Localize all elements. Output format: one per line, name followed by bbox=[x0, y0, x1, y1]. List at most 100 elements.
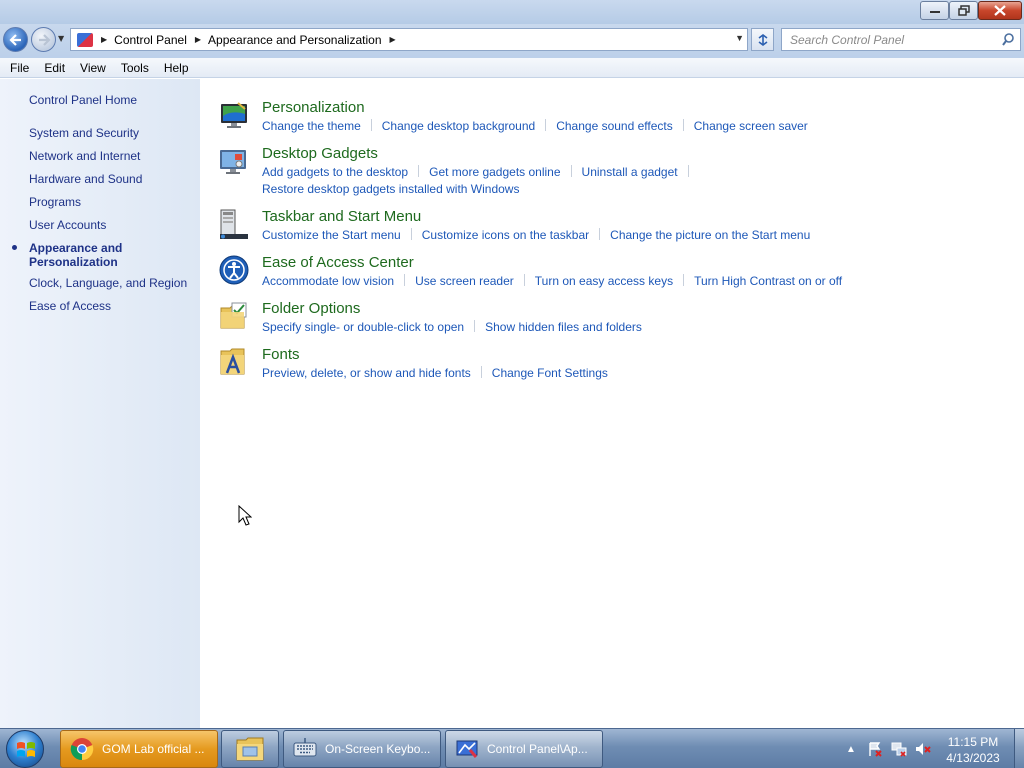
minimize-button[interactable] bbox=[920, 1, 949, 20]
personalization-icon bbox=[221, 102, 247, 128]
navigation-bar: ▼ ▶ Control Panel ▶ Appearance and Perso… bbox=[0, 24, 1024, 58]
sidebar-item-hardware-sound[interactable]: Hardware and Sound bbox=[29, 172, 199, 195]
task-link[interactable]: Customize the Start menu bbox=[262, 228, 401, 242]
category-links: Preview, delete, or show and hide fonts C… bbox=[262, 365, 608, 382]
task-link[interactable]: Uninstall a gadget bbox=[582, 165, 678, 179]
breadcrumb-appearance[interactable]: Appearance and Personalization bbox=[208, 33, 381, 47]
link-separator bbox=[404, 274, 406, 286]
sidebar-item-programs[interactable]: Programs bbox=[29, 195, 199, 218]
task-link[interactable]: Turn High Contrast on or off bbox=[694, 274, 842, 288]
main-content: Personalization Change the theme Change d… bbox=[200, 79, 1024, 728]
task-link[interactable]: Add gadgets to the desktop bbox=[262, 165, 408, 179]
category-title[interactable]: Taskbar and Start Menu bbox=[262, 208, 421, 225]
task-link[interactable]: Change the picture on the Start menu bbox=[610, 228, 810, 242]
task-link[interactable]: Change Font Settings bbox=[492, 366, 608, 380]
show-hidden-icons-arrow-icon[interactable]: ▲ bbox=[843, 741, 859, 757]
network-icon[interactable] bbox=[891, 741, 907, 757]
breadcrumb-control-panel[interactable]: Control Panel bbox=[114, 33, 187, 47]
task-link[interactable]: Change desktop background bbox=[382, 119, 535, 133]
speaker-muted-icon bbox=[916, 743, 931, 755]
task-link[interactable]: Turn on easy access keys bbox=[535, 274, 673, 288]
menu-help[interactable]: Help bbox=[156, 61, 196, 75]
refresh-button[interactable] bbox=[751, 28, 774, 51]
category-title[interactable]: Fonts bbox=[262, 346, 300, 363]
sidebar-item-system-security[interactable]: System and Security bbox=[29, 126, 199, 149]
recent-pages-dropdown[interactable]: ▼ bbox=[58, 34, 64, 43]
category-title[interactable]: Folder Options bbox=[262, 300, 360, 317]
link-separator bbox=[474, 320, 476, 332]
category-title[interactable]: Personalization bbox=[262, 99, 365, 116]
restore-button[interactable] bbox=[949, 1, 978, 20]
menu-file[interactable]: File bbox=[0, 61, 36, 75]
category-title[interactable]: Ease of Access Center bbox=[262, 254, 414, 271]
breadcrumb-separator-icon[interactable]: ▶ bbox=[195, 35, 201, 44]
task-link[interactable]: Change the theme bbox=[262, 119, 361, 133]
task-link[interactable]: Customize icons on the taskbar bbox=[422, 228, 589, 242]
taskbar-button-label: On-Screen Keybo... bbox=[325, 742, 431, 756]
category-links: Accommodate low vision Use screen reader T… bbox=[262, 273, 842, 290]
menu-edit[interactable]: Edit bbox=[36, 61, 72, 75]
taskbar-button-chrome[interactable]: GOM Lab official ... bbox=[60, 730, 218, 768]
task-link[interactable]: Use screen reader bbox=[415, 274, 514, 288]
task-link[interactable]: Get more gadgets online bbox=[429, 165, 560, 179]
sidebar-item-clock-language-region[interactable]: Clock, Language, and Region bbox=[29, 276, 199, 299]
category-links: Add gadgets to the desktop Get more gadge… bbox=[262, 164, 699, 198]
task-link[interactable]: Change screen saver bbox=[694, 119, 808, 133]
forward-button[interactable] bbox=[31, 27, 56, 52]
sidebar-item-network-internet[interactable]: Network and Internet bbox=[29, 149, 199, 172]
action-center-flag-icon[interactable] bbox=[867, 741, 883, 757]
control-panel-icon bbox=[456, 740, 478, 758]
search-input[interactable] bbox=[782, 29, 992, 50]
taskbar-button-control-panel[interactable]: Control Panel\Ap... bbox=[445, 730, 603, 768]
clock[interactable]: 11:15 PM 4/13/2023 bbox=[935, 734, 1011, 766]
system-tray: ▲ bbox=[843, 729, 939, 768]
task-link[interactable]: Restore desktop gadgets installed with W… bbox=[262, 181, 699, 198]
left-navigation-pane: Control Panel Home System and Security N… bbox=[0, 79, 200, 728]
clock-date: 4/13/2023 bbox=[946, 751, 1000, 765]
sidebar-item-user-accounts[interactable]: User Accounts bbox=[29, 218, 199, 241]
link-separator bbox=[687, 165, 689, 177]
clock-time: 11:15 PM bbox=[947, 735, 999, 749]
restore-icon bbox=[957, 5, 970, 16]
breadcrumb-separator-icon[interactable]: ▶ bbox=[390, 35, 396, 44]
close-button[interactable] bbox=[978, 1, 1022, 20]
keyboard-icon bbox=[293, 738, 317, 757]
task-link[interactable]: Change sound effects bbox=[556, 119, 673, 133]
control-panel-home-link[interactable]: Control Panel Home bbox=[29, 93, 137, 107]
back-button[interactable] bbox=[3, 27, 28, 52]
ease-of-access-icon bbox=[219, 255, 249, 285]
show-desktop-button[interactable] bbox=[1014, 729, 1024, 768]
link-separator bbox=[545, 119, 547, 131]
minimize-icon bbox=[929, 10, 940, 13]
sidebar-item-appearance-personalization[interactable]: Appearance and Personalization bbox=[12, 241, 199, 276]
taskbar-button-file-explorer[interactable] bbox=[221, 730, 279, 768]
gadgets-icon bbox=[220, 150, 246, 174]
fonts-icon bbox=[220, 348, 245, 375]
mouse-cursor-icon bbox=[238, 505, 252, 526]
search-icon[interactable] bbox=[1002, 33, 1015, 46]
address-dropdown-icon[interactable]: ▼ bbox=[735, 33, 744, 43]
menu-view[interactable]: View bbox=[72, 61, 113, 75]
taskbar-button-label: GOM Lab official ... bbox=[102, 742, 205, 756]
windows-logo-icon bbox=[17, 742, 35, 757]
taskbar-button-label: Control Panel\Ap... bbox=[487, 742, 588, 756]
refresh-icon bbox=[758, 33, 767, 46]
taskbar-button-on-screen-keyboard[interactable]: On-Screen Keybo... bbox=[283, 730, 441, 768]
start-button[interactable] bbox=[6, 730, 44, 768]
menu-bar: File Edit View Tools Help bbox=[0, 58, 1024, 78]
task-link[interactable]: Accommodate low vision bbox=[262, 274, 394, 288]
task-link[interactable]: Specify single- or double-click to open bbox=[262, 320, 464, 334]
volume-icon[interactable] bbox=[915, 741, 931, 757]
category-title[interactable]: Desktop Gadgets bbox=[262, 145, 378, 162]
task-link[interactable]: Show hidden files and folders bbox=[485, 320, 642, 334]
search-box bbox=[781, 28, 1021, 51]
taskbar: GOM Lab official ... On-Screen Keybo... … bbox=[0, 728, 1024, 768]
address-bar[interactable]: ▶ Control Panel ▶ Appearance and Persona… bbox=[70, 28, 748, 51]
task-link[interactable]: Preview, delete, or show and hide fonts bbox=[262, 366, 471, 380]
back-arrow-icon bbox=[8, 33, 21, 46]
sidebar-item-ease-of-access[interactable]: Ease of Access bbox=[29, 299, 199, 322]
breadcrumb-separator-icon[interactable]: ▶ bbox=[101, 35, 107, 44]
flag-icon bbox=[869, 742, 882, 757]
menu-tools[interactable]: Tools bbox=[113, 61, 156, 75]
folder-options-icon bbox=[220, 302, 247, 329]
